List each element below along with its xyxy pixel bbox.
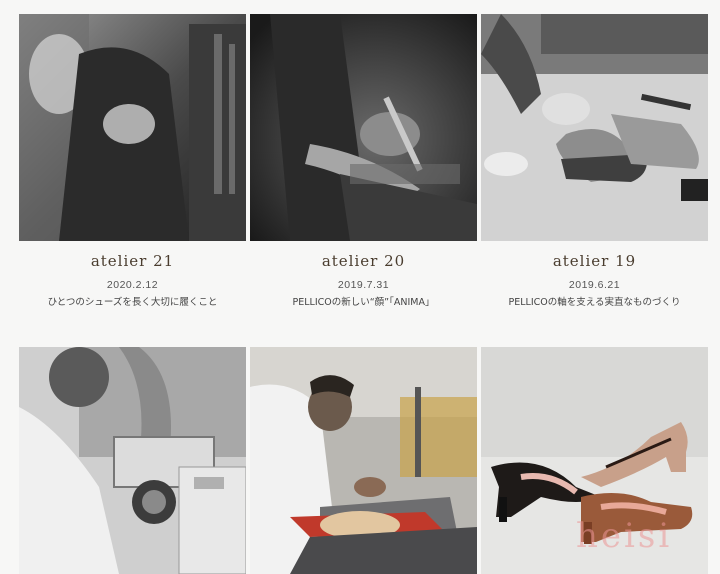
post-photo-grinding-machine[interactable] xyxy=(19,347,246,574)
post-subtitle: PELLICOの軸を支える実直なものづくり xyxy=(508,297,681,308)
post-photo-sandal-making[interactable] xyxy=(481,14,708,241)
post-photo-cutting-leather[interactable] xyxy=(250,14,477,241)
post-subtitle: PELLICOの新しい“顔”「ANIMA」 xyxy=(292,297,435,308)
post-date: 2020.2.12 xyxy=(106,279,159,291)
post-date: 2019.6.21 xyxy=(568,279,621,291)
post-title[interactable]: atelier 19 xyxy=(481,252,708,270)
post-photo-pattern-cutting[interactable] xyxy=(250,347,477,574)
atelier-grid: atelier 21 2020.2.12 ひとつのシューズを長く大切に履くこと xyxy=(0,0,720,574)
post-title[interactable]: atelier 20 xyxy=(250,252,477,270)
post-date: 2019.7.31 xyxy=(337,279,390,291)
post-card-atelier-20[interactable]: atelier 20 2019.7.31 PELLICOの新しい“顔”「ANIM… xyxy=(250,14,477,314)
post-card-atelier-19[interactable]: atelier 19 2019.6.21 PELLICOの軸を支える実直なものづ… xyxy=(481,14,708,314)
post-card-atelier-21[interactable]: atelier 21 2020.2.12 ひとつのシューズを長く大切に履くこと xyxy=(19,14,246,314)
post-title[interactable]: atelier 21 xyxy=(19,252,246,270)
post-photo-craftsmen[interactable] xyxy=(19,14,246,241)
post-subtitle: ひとつのシューズを長く大切に履くこと xyxy=(47,297,218,308)
post-card-workshop-machine[interactable] xyxy=(19,347,246,574)
post-card-workshop-pattern[interactable] xyxy=(250,347,477,574)
watermark-text: heisi xyxy=(576,516,673,556)
